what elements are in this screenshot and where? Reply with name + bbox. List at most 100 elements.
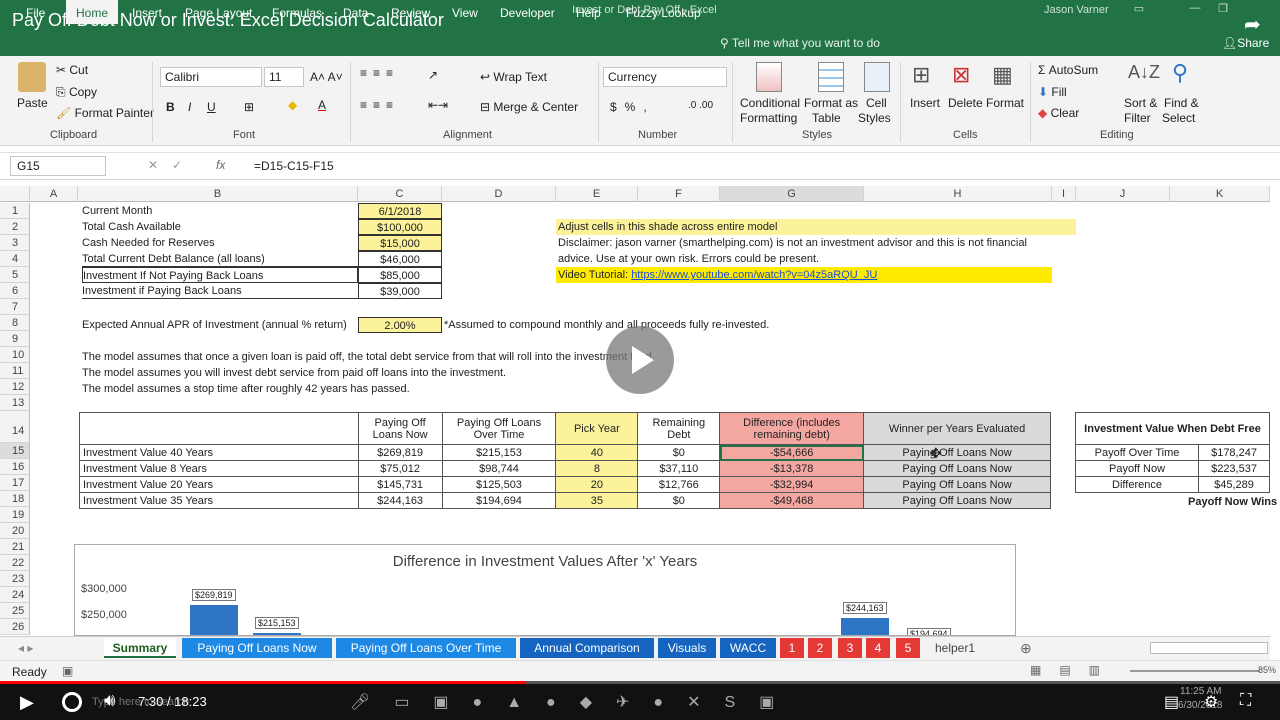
orientation-icon[interactable]: ↗ [428,68,438,82]
sheet-tab[interactable]: Paying Off Loans Over Time [336,638,516,658]
input-value[interactable]: $39,000 [358,283,442,299]
user-name[interactable]: Jason Varner [1044,4,1109,16]
table-cell-winner[interactable]: Paying Off Loans Now [863,492,1051,509]
table-cell-year[interactable]: 35 [555,492,639,509]
bold-button[interactable]: B [166,100,175,114]
delete-button[interactable]: Delete [948,96,983,110]
table-cell-year[interactable]: 40 [555,444,639,461]
column-header[interactable]: H [864,186,1052,202]
row-header[interactable]: 13 [0,395,30,411]
column-header[interactable]: B [78,186,358,202]
table-cell-debt[interactable]: $0 [637,492,721,509]
row-header[interactable]: 9 [0,331,30,347]
table-cell-debt[interactable]: $12,766 [637,476,721,493]
font-size-select[interactable]: 11 [264,67,304,87]
table-cell-year[interactable]: 20 [555,476,639,493]
row-header[interactable]: 10 [0,347,30,363]
clear-button[interactable]: ◆ Clear [1038,106,1079,120]
paste-button[interactable]: Paste [17,96,48,110]
macro-record-icon[interactable]: ▣ [62,664,73,678]
fullscreen-icon[interactable]: ⛶ [1240,692,1251,710]
tab-page-layout[interactable]: Page Layout [175,4,262,22]
volume-icon[interactable]: 🔊︎ [104,690,115,711]
tab-insert[interactable]: Insert [122,4,172,22]
table-cell-diff[interactable]: -$49,468 [719,492,865,509]
decimal-icons[interactable]: .0 .00 [688,100,713,111]
sheet-tab[interactable]: WACC [720,638,776,658]
taskbar-app-icons[interactable]: 🎤︎▭▣●▲●◆✈●✕S▣ [350,692,798,712]
input-value[interactable]: $46,000 [358,251,442,267]
tab-fuzzy-lookup[interactable]: Fuzzy Lookup [616,4,711,22]
row-header[interactable]: 11 [0,363,30,379]
format-cells-icon[interactable]: ▦ [992,62,1013,88]
tab-help[interactable]: Help [566,4,611,22]
bar-chart[interactable]: Difference in Investment Values After 'x… [74,544,1016,636]
fill-color-icon[interactable]: ◆ [288,98,297,112]
subtitles-icon[interactable]: ▤ [1164,692,1179,712]
number-format-select[interactable]: Currency [603,67,727,87]
row-header[interactable]: 1 [0,203,30,219]
find-select-button[interactable]: Find & [1164,96,1199,110]
sheet-tab[interactable]: 2 [808,638,832,658]
italic-button[interactable]: I [188,100,191,114]
input-value[interactable]: $15,000 [358,235,442,251]
table-cell-diff[interactable]: -$13,378 [719,460,865,477]
wrap-text-button[interactable]: ↩ Wrap Text [480,70,547,84]
format-button[interactable]: Format [986,96,1024,110]
row-header[interactable]: 15 [0,443,30,459]
view-mode-icons[interactable]: ▦▤▥ [1030,663,1118,677]
table-cell-label[interactable]: Investment Value 40 Years [79,444,359,461]
tab-data[interactable]: Data [333,4,378,22]
table-cell-now[interactable]: $244,163 [357,492,443,509]
table-cell-over[interactable]: $215,153 [441,444,557,461]
sheet-tab[interactable]: Paying Off Loans Now [182,638,332,658]
tutorial-link[interactable]: https://www.youtube.com/watch?v=04z5aRQU… [631,269,877,281]
tab-review[interactable]: Review [381,4,440,22]
row-header[interactable]: 23 [0,571,30,587]
row-header[interactable]: 3 [0,235,30,251]
row-header[interactable]: 14 [0,411,30,443]
column-header[interactable]: C [358,186,442,202]
delete-cells-icon[interactable]: ⊠ [952,62,970,88]
column-header[interactable]: D [442,186,556,202]
play-overlay-button[interactable] [606,326,674,394]
tab-view[interactable]: View [442,4,488,22]
autosum-button[interactable]: Σ AutoSum [1038,63,1098,77]
font-grow-icon[interactable]: A˄ A˅ [310,70,343,84]
tab-formulas[interactable]: Formulas [262,4,332,22]
column-header[interactable]: F [638,186,720,202]
indent-icon[interactable]: ⇤⇥ [428,98,448,112]
row-header[interactable]: 25 [0,603,30,619]
row-header[interactable]: 17 [0,475,30,491]
row-header[interactable]: 20 [0,523,30,539]
table-cell-label[interactable]: Investment Value 35 Years [79,492,359,509]
table-cell-label[interactable]: Investment Value 8 Years [79,460,359,477]
column-header[interactable]: I [1052,186,1076,202]
chart-bar[interactable] [841,618,889,635]
debt-free-value[interactable]: $223,537 [1198,460,1270,477]
share-button[interactable]: 👤︎Share [1222,36,1269,50]
sheet-tab[interactable]: 5 [896,638,920,658]
conditional-formatting-button[interactable]: Conditional [740,96,800,110]
table-cell-debt[interactable]: $0 [637,444,721,461]
row-header[interactable]: 22 [0,555,30,571]
column-header[interactable]: A [30,186,78,202]
column-header[interactable]: E [556,186,638,202]
conditional-formatting-icon[interactable] [756,62,782,92]
table-cell-now[interactable]: $145,731 [357,476,443,493]
sheet-tab[interactable]: 4 [866,638,890,658]
format-painter-button[interactable]: 🖌︎ Format Painter [56,106,154,120]
table-cell-over[interactable]: $98,744 [441,460,557,477]
format-table-icon[interactable] [818,62,844,92]
horizontal-align-icons[interactable]: ≡≡≡ [360,98,399,112]
sort-filter-button[interactable]: Sort & [1124,96,1157,110]
row-header[interactable]: 18 [0,491,30,507]
underline-button[interactable]: U [207,100,216,114]
find-magnifier-icon[interactable]: ⚲ [1172,60,1188,86]
sheet-tab[interactable]: Visuals [658,638,716,658]
row-header[interactable]: 8 [0,315,30,331]
function-icon[interactable]: fx [216,158,225,172]
table-cell-over[interactable]: $125,503 [441,476,557,493]
sheet-nav-arrows-icon[interactable]: ◂ ▸ [18,641,33,655]
formula-buttons-icons[interactable]: ✕✓ [148,158,196,172]
